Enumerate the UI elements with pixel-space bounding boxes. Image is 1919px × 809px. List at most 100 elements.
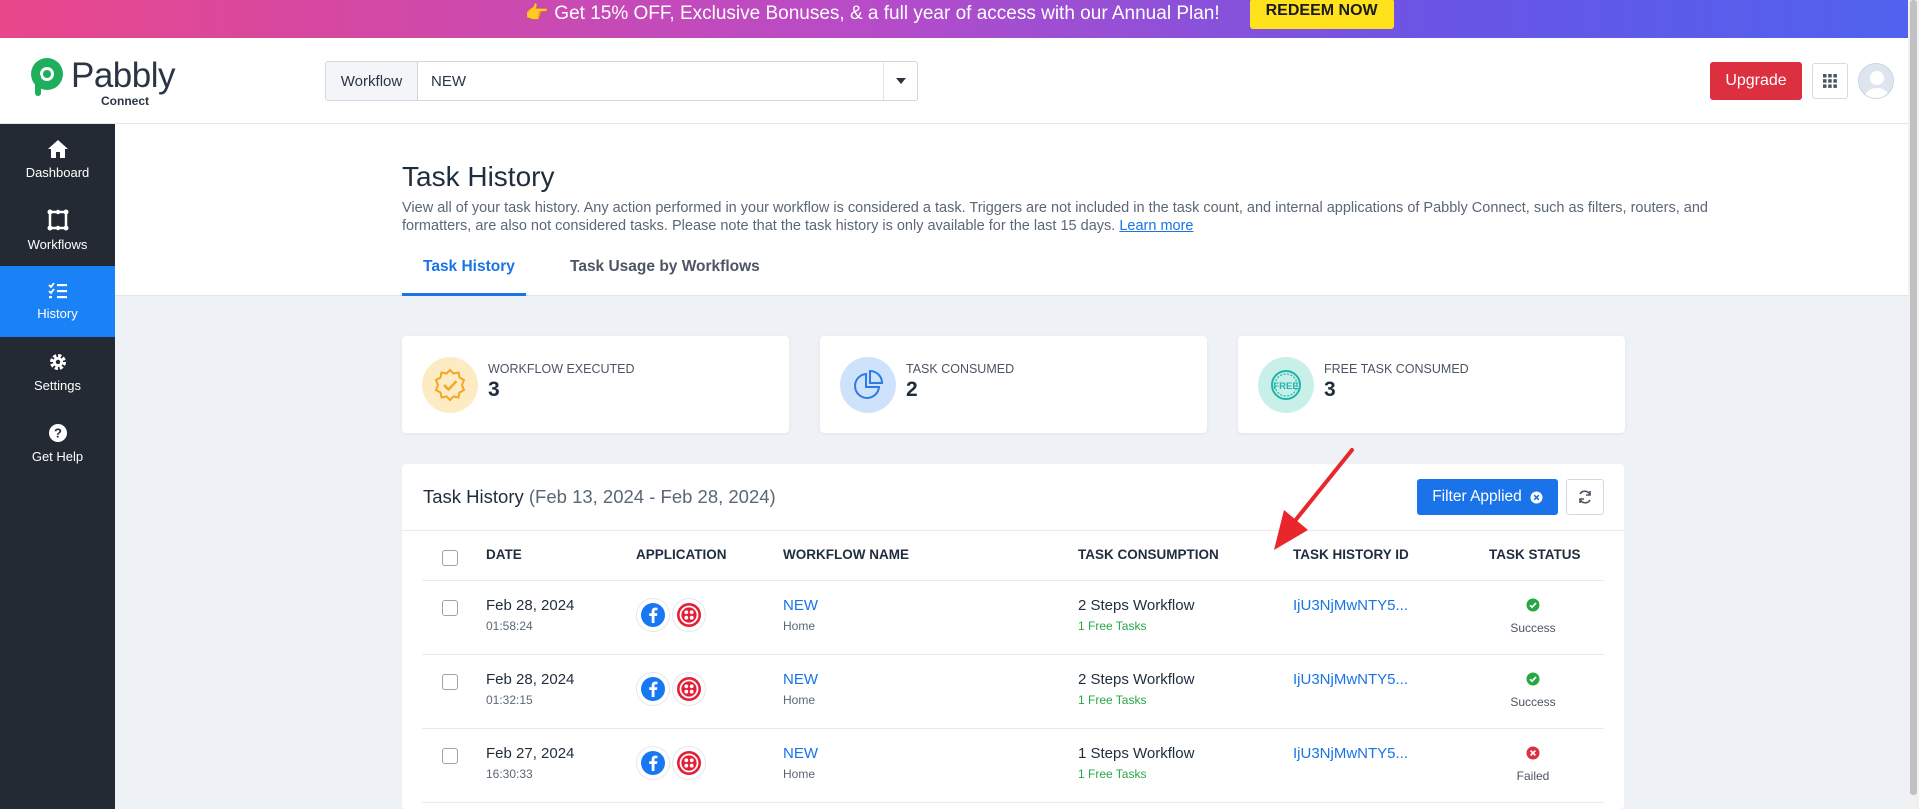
row-task-history-id-link[interactable]: IjU3NjMwNTY5... — [1293, 671, 1408, 688]
row-status: Success — [1493, 598, 1573, 635]
stat-label: TASK CONSUMED — [906, 362, 1015, 376]
panel-title: Task History (Feb 13, 2024 - Feb 28, 202… — [423, 486, 776, 508]
apps-grid-button[interactable] — [1812, 63, 1848, 99]
app-header: Pabbly Connect Workflow NEW Upgrade — [0, 38, 1908, 124]
facebook-icon — [636, 672, 670, 706]
row-consumption: 2 Steps Workflow — [1078, 671, 1195, 688]
status-label: Failed — [1516, 769, 1550, 783]
row-checkbox[interactable] — [442, 674, 458, 690]
success-check-icon — [1526, 598, 1540, 612]
row-folder: Home — [783, 619, 816, 633]
home-icon — [47, 140, 68, 158]
workflow-selector-label: Workflow — [326, 62, 418, 100]
status-label: Success — [1510, 621, 1556, 635]
row-task-history-id-link[interactable]: IjU3NjMwNTY5... — [1293, 597, 1408, 614]
filter-button-label: Filter Applied — [1432, 488, 1522, 505]
task-history-panel: Task History (Feb 13, 2024 - Feb 28, 202… — [402, 464, 1624, 809]
promo-text: 👉 Get 15% OFF, Exclusive Bonuses, & a fu… — [525, 3, 1220, 24]
chevron-down-icon[interactable] — [883, 62, 917, 100]
sidebar-item-settings[interactable]: Settings — [0, 337, 115, 408]
upgrade-button[interactable]: Upgrade — [1710, 62, 1802, 100]
date-range: (Feb 13, 2024 - Feb 28, 2024) — [528, 486, 776, 507]
row-date: Feb 28, 2024 — [486, 597, 575, 614]
page-header: Task History View all of your task histo… — [115, 124, 1908, 296]
pabbly-logo[interactable]: Pabbly Connect — [29, 56, 176, 108]
sidebar-item-get-help[interactable]: ? Get Help — [0, 408, 115, 479]
sidebar-item-history[interactable]: History — [0, 266, 115, 337]
column-header-task-status: TASK STATUS — [1489, 547, 1581, 562]
tab-task-usage-by-workflows[interactable]: Task Usage by Workflows — [570, 258, 760, 296]
badge-check-icon — [422, 357, 478, 413]
row-time: 01:58:24 — [486, 619, 533, 633]
row-workflow-link[interactable]: NEW — [783, 745, 818, 762]
row-workflow-link[interactable]: NEW — [783, 671, 818, 688]
sidebar-item-workflows[interactable]: Workflows — [0, 195, 115, 266]
stat-value: 3 — [488, 378, 500, 401]
row-consumption: 2 Steps Workflow — [1078, 597, 1195, 614]
success-check-icon — [1526, 672, 1540, 686]
column-header-workflow-name: WORKFLOW NAME — [783, 547, 909, 562]
tab-task-history[interactable]: Task History — [402, 258, 526, 296]
clear-filter-icon[interactable] — [1530, 491, 1543, 504]
promo-banner: 👉 Get 15% OFF, Exclusive Bonuses, & a fu… — [0, 0, 1919, 38]
row-consumption: 1 Steps Workflow — [1078, 745, 1195, 762]
sidebar-item-label: Get Help — [31, 449, 84, 464]
page-scrollbar-thumb[interactable] — [1910, 0, 1917, 795]
page-title: Task History — [402, 161, 555, 192]
stat-label: WORKFLOW EXECUTED — [488, 362, 635, 376]
sidebar-item-label: Dashboard — [25, 165, 90, 180]
column-header-application: APPLICATION — [636, 547, 727, 562]
user-avatar-icon — [1865, 71, 1889, 98]
refresh-icon — [1579, 490, 1591, 504]
user-avatar[interactable] — [1858, 63, 1894, 99]
select-all-checkbox[interactable] — [442, 550, 458, 566]
column-header-task-consumption: TASK CONSUMPTION — [1078, 547, 1219, 562]
panel-title-text: Task History — [423, 486, 524, 507]
sidebar-item-label: Settings — [34, 378, 81, 393]
row-free-tasks: 1 Free Tasks — [1078, 693, 1147, 707]
status-label: Success — [1510, 695, 1556, 709]
sidebar-item-label: Workflows — [27, 237, 88, 252]
svg-text:?: ? — [54, 426, 62, 441]
facebook-icon — [636, 598, 670, 632]
column-header-date: DATE — [486, 547, 522, 562]
pabbly-logo-icon — [31, 58, 63, 96]
sidebar-item-dashboard[interactable]: Dashboard — [0, 124, 115, 195]
stat-label: FREE TASK CONSUMED — [1324, 362, 1469, 376]
page-description: View all of your task history. Any actio… — [402, 199, 1742, 235]
stat-card-task-consumed: TASK CONSUMED 2 — [820, 336, 1207, 433]
divider — [422, 728, 1604, 729]
divider — [422, 580, 1604, 581]
history-icon — [47, 282, 67, 299]
workflow-selector[interactable]: Workflow NEW — [325, 61, 918, 101]
filter-applied-button[interactable]: Filter Applied — [1417, 479, 1558, 515]
help-icon: ? — [48, 424, 67, 442]
divider — [422, 654, 1604, 655]
redeem-now-button[interactable]: REDEEM NOW — [1249, 0, 1394, 29]
row-workflow-link[interactable]: NEW — [783, 597, 818, 614]
tab-label: Task Usage by Workflows — [570, 258, 760, 275]
twilio-icon — [672, 746, 706, 780]
facebook-icon — [636, 746, 670, 780]
twilio-icon — [672, 598, 706, 632]
annotation-arrow-icon — [1274, 448, 1354, 550]
logo-subtitle: Connect — [101, 94, 149, 108]
row-folder: Home — [783, 693, 816, 707]
failed-x-icon — [1526, 746, 1540, 760]
sidebar: Dashboard Workflows History Settings ? G… — [0, 124, 115, 809]
twilio-icon — [672, 672, 706, 706]
learn-more-link[interactable]: Learn more — [1119, 218, 1193, 234]
workflows-icon — [47, 209, 68, 231]
refresh-button[interactable] — [1566, 479, 1604, 515]
row-checkbox[interactable] — [442, 600, 458, 616]
row-time: 01:32:15 — [486, 693, 533, 707]
workflow-selector-value[interactable]: NEW — [418, 62, 883, 100]
stat-value: 2 — [906, 378, 918, 401]
row-task-history-id-link[interactable]: IjU3NjMwNTY5... — [1293, 745, 1408, 762]
row-checkbox[interactable] — [442, 748, 458, 764]
svg-text:FREE: FREE — [1273, 381, 1298, 392]
row-status: Success — [1493, 672, 1573, 709]
stat-card-workflow-executed: WORKFLOW EXECUTED 3 — [402, 336, 789, 433]
row-folder: Home — [783, 767, 816, 781]
gear-icon — [49, 354, 66, 370]
